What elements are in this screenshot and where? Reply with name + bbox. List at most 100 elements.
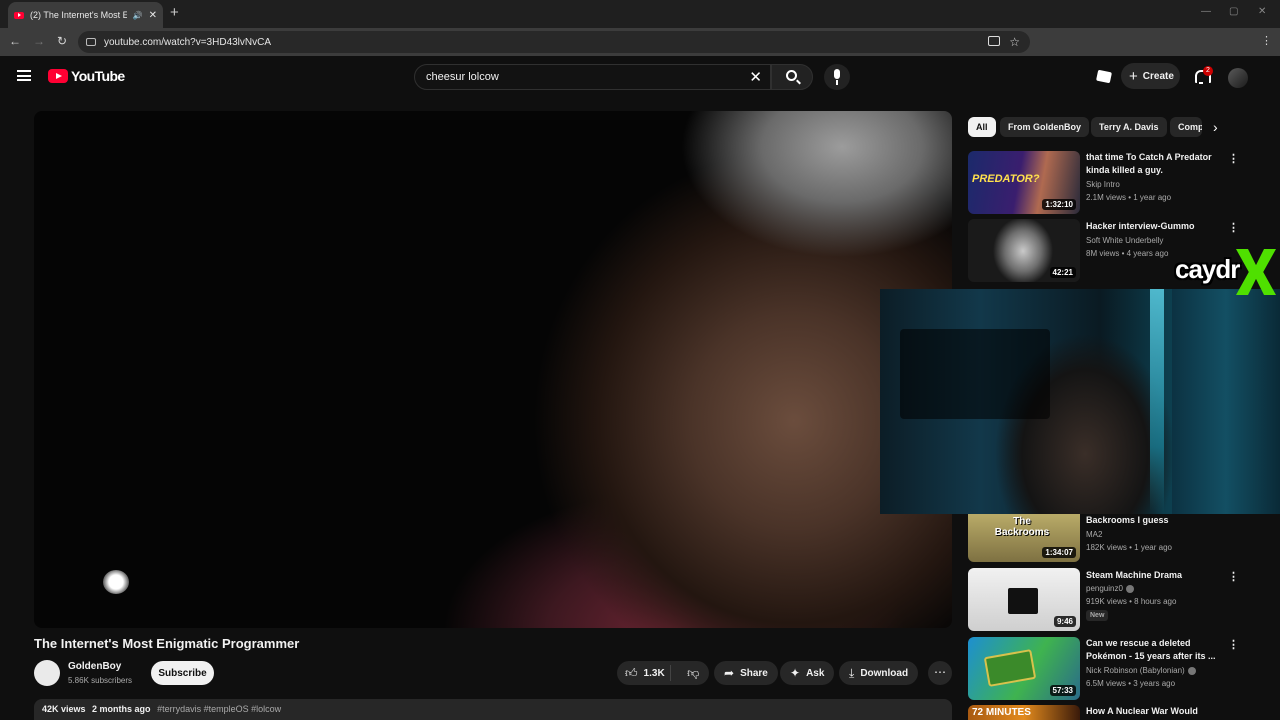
webcam-background-shelf [900, 329, 1050, 419]
download-button[interactable]: ⤓ Download [839, 661, 919, 685]
upload-age: 2 months ago [92, 704, 151, 714]
minimize-icon[interactable]: — [1201, 6, 1211, 17]
ask-button[interactable]: ✦ Ask [780, 661, 835, 685]
verified-icon [1125, 584, 1134, 593]
search-input[interactable]: cheesur lolcow ✕ [414, 64, 771, 90]
chip-from-channel[interactable]: From GoldenBoy [1000, 117, 1090, 137]
chevron-right-icon[interactable]: › [1213, 119, 1218, 135]
subscribe-button[interactable]: Subscribe [151, 661, 214, 685]
create-button[interactable]: + Create [1121, 63, 1180, 89]
recommendation-title[interactable]: that time To Catch A Predator kinda kill… [1086, 151, 1216, 177]
video-thumbnail[interactable]: PREDATOR? 1:32:10 [968, 151, 1080, 214]
recommendation-title[interactable]: Can we rescue a deleted Pokémon - 15 yea… [1086, 637, 1216, 663]
video-thumbnail[interactable]: 72 MINUTES [968, 705, 1080, 720]
webcam-led-light [1150, 289, 1164, 514]
logo-text: YouTube [71, 68, 125, 84]
recommendation-meta: 6.5M views • 3 years ago [1086, 679, 1176, 688]
more-options-icon[interactable]: ⋮ [1228, 638, 1239, 651]
download-label: Download [860, 667, 909, 679]
browser-tab[interactable]: (2) The Internet's Most Enigmatic Progra… [8, 2, 163, 28]
url-text: youtube.com/watch?v=3HD43lvNvCA [104, 36, 272, 48]
recommendation-channel[interactable]: MA2 [1086, 530, 1102, 539]
chip-topic[interactable]: Terry A. Davis [1091, 117, 1167, 137]
account-avatar[interactable] [1228, 68, 1248, 88]
search-button[interactable] [771, 64, 813, 90]
video-thumbnail[interactable]: 57:33 [968, 637, 1080, 700]
browser-toolbar: ← → ↻ youtube.com/watch?v=3HD43lvNvCA ☆ … [0, 28, 1280, 77]
youtube-logo[interactable]: YouTube [48, 68, 125, 84]
video-light-glare [103, 570, 129, 594]
steam-machine-image [1008, 588, 1038, 614]
streamer-name-logo: caydr [1175, 254, 1240, 284]
create-label: Create [1142, 70, 1174, 82]
video-thumbnail[interactable]: 42:21 [968, 219, 1080, 282]
more-options-icon[interactable]: ⋮ [1228, 221, 1239, 234]
search-icon [786, 70, 797, 81]
reload-icon[interactable]: ↻ [57, 34, 67, 48]
recommendation-channel: Nick Robinson (Babylonian) [1086, 666, 1185, 675]
speaker-icon[interactable]: 🔊 [133, 11, 143, 20]
recommendation-channel[interactable]: Skip Intro [1086, 180, 1120, 189]
recommendation-title[interactable]: Backrooms I guess [1086, 514, 1216, 527]
new-tab-icon[interactable]: + [170, 4, 179, 21]
webcam-curtain [1172, 289, 1280, 514]
recommendation-channel-row[interactable]: Nick Robinson (Babylonian) [1086, 666, 1196, 675]
chip-all[interactable]: All [968, 117, 996, 137]
recommendation-channel-row[interactable]: penguinz0 [1086, 584, 1134, 593]
thumbs-up-icon: 👍︎ [625, 665, 638, 680]
recommendation-meta: 2.1M views • 1 year ago [1086, 193, 1172, 202]
site-info-icon[interactable] [86, 38, 96, 46]
install-app-icon[interactable] [988, 36, 1000, 46]
share-button[interactable]: ➦ Share [714, 661, 778, 685]
maximize-icon[interactable]: ▢ [1229, 6, 1238, 17]
video-title: The Internet's Most Enigmatic Programmer [34, 636, 300, 651]
address-bar[interactable]: youtube.com/watch?v=3HD43lvNvCA ☆ [78, 31, 1030, 53]
cast-icon[interactable] [1096, 69, 1112, 84]
duration-badge: 1:32:10 [1042, 199, 1076, 210]
youtube-header: YouTube cheesur lolcow ✕ + Create 2 [0, 56, 1280, 96]
forward-icon[interactable]: → [33, 34, 45, 48]
more-options-icon[interactable]: ⋮ [1228, 570, 1239, 583]
close-tab-icon[interactable]: ✕ [149, 10, 157, 21]
recommendation-title[interactable]: Hacker interview-Gummo [1086, 220, 1216, 233]
duration-badge: 42:21 [1049, 267, 1076, 278]
browser-tab-strip: (2) The Internet's Most Enigmatic Progra… [0, 0, 1280, 28]
video-player[interactable] [34, 111, 952, 628]
channel-avatar[interactable] [34, 660, 60, 686]
ask-label: Ask [806, 667, 825, 679]
plus-icon: + [1129, 67, 1138, 85]
like-count: 1.3K [643, 667, 665, 679]
like-button[interactable]: 👍︎ 1.3K [617, 665, 672, 681]
share-label: Share [740, 667, 768, 679]
recommendation-channel[interactable]: Soft White Underbelly [1086, 236, 1163, 245]
notification-count-badge: 2 [1203, 66, 1213, 76]
video-thumbnail[interactable]: 9:46 [968, 568, 1080, 631]
thumbs-down-icon: 👎︎ [687, 665, 700, 680]
video-thumbnail[interactable]: The Backrooms 1:34:07 [968, 514, 1080, 562]
chip-topic[interactable]: Comp [1170, 117, 1202, 137]
more-actions-icon[interactable]: ⋯ [928, 661, 952, 685]
back-icon[interactable]: ← [9, 34, 21, 48]
hashtags[interactable]: #terrydavis #templeOS #lolcow [157, 704, 281, 714]
voice-search-icon[interactable] [824, 64, 850, 90]
sparkle-icon: ✦ [790, 666, 801, 680]
youtube-play-icon [48, 69, 68, 83]
recommendation-title[interactable]: Steam Machine Drama [1086, 569, 1216, 582]
clear-search-icon[interactable]: ✕ [749, 68, 762, 86]
browser-menu-icon[interactable]: ⋮ [1261, 34, 1272, 47]
menu-icon[interactable] [17, 70, 31, 81]
duration-badge: 9:46 [1053, 616, 1076, 627]
close-window-icon[interactable]: ✕ [1258, 6, 1266, 17]
game-cartridge-image [983, 649, 1037, 687]
recommendation-meta: 8M views • 4 years ago [1086, 249, 1169, 258]
channel-name[interactable]: GoldenBoy [68, 661, 121, 672]
tab-title: (2) The Internet's Most Enigmatic Progra… [30, 10, 127, 20]
dislike-button[interactable]: 👎︎ [677, 666, 709, 681]
share-arrow-icon: ➦ [724, 666, 735, 680]
recommendation-meta: 919K views • 8 hours ago [1086, 597, 1177, 606]
recommendation-title[interactable]: How A Nuclear War Would [1086, 705, 1216, 718]
like-dislike-group: 👍︎ 1.3K 👎︎ [617, 661, 709, 685]
description-box[interactable]: 42K views 2 months ago #terrydavis #temp… [34, 699, 952, 720]
bookmark-star-icon[interactable]: ☆ [1009, 35, 1020, 49]
more-options-icon[interactable]: ⋮ [1228, 152, 1239, 165]
